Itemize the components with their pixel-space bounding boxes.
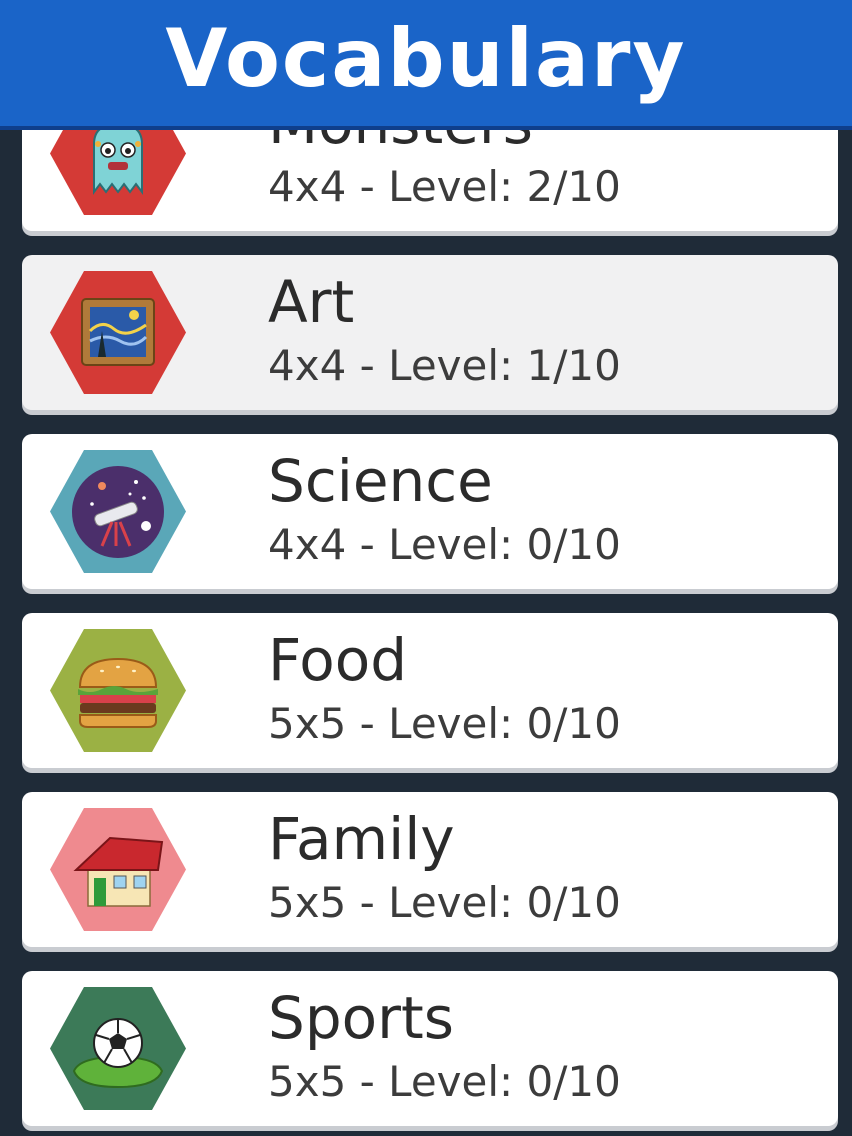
burger-icon [50, 629, 186, 752]
painting-icon [50, 271, 186, 394]
category-level: 5x5 - Level: 0/10 [268, 1057, 621, 1106]
category-card-science[interactable]: Science 4x4 - Level: 0/10 [22, 434, 838, 589]
category-title: Art [268, 268, 355, 336]
category-title: Sports [268, 984, 454, 1052]
category-card-family[interactable]: Family 5x5 - Level: 0/10 [22, 792, 838, 947]
category-level: 5x5 - Level: 0/10 [268, 878, 621, 927]
category-card-food[interactable]: Food 5x5 - Level: 0/10 [22, 613, 838, 768]
house-icon [50, 808, 186, 931]
telescope-icon [50, 450, 186, 573]
category-card-sports[interactable]: Sports 5x5 - Level: 0/10 [22, 971, 838, 1126]
category-title: Science [268, 447, 493, 515]
category-level: 4x4 - Level: 0/10 [268, 520, 621, 569]
category-level: 4x4 - Level: 1/10 [268, 341, 621, 390]
category-list: Monsters 4x4 - Level: 2/10 Art 4x4 - Lev… [0, 0, 852, 1136]
app-header: Vocabulary [0, 0, 852, 130]
category-title: Food [268, 626, 408, 694]
category-level: 5x5 - Level: 0/10 [268, 699, 621, 748]
category-card-art[interactable]: Art 4x4 - Level: 1/10 [22, 255, 838, 410]
soccer-ball-icon [50, 987, 186, 1110]
page-title: Vocabulary [165, 11, 687, 105]
category-level: 4x4 - Level: 2/10 [268, 162, 621, 211]
category-title: Family [268, 805, 455, 873]
